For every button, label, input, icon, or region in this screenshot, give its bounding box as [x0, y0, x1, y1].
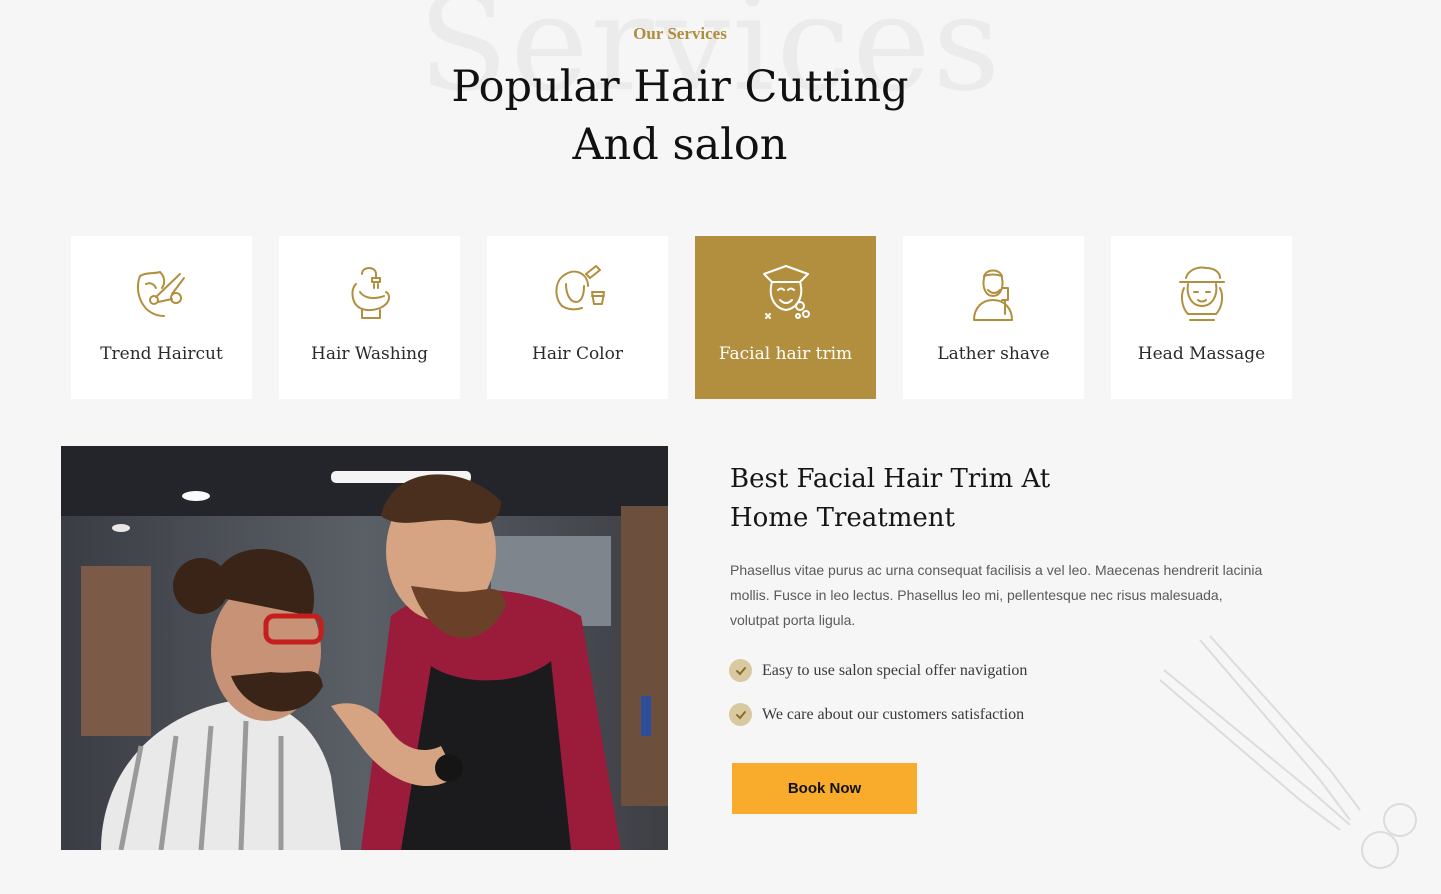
service-card-hair-washing[interactable]: Hair Washing [279, 236, 460, 399]
check-icon [729, 659, 752, 682]
detail-title: Best Facial Hair Trim At Home Treatment [730, 460, 1150, 538]
service-label: Lather shave [937, 344, 1050, 364]
haircut-scissors-icon [132, 262, 192, 324]
detail-description: Phasellus vitae purus ac urna consequat … [730, 562, 1263, 628]
service-card-facial-hair-trim[interactable]: Facial hair trim [695, 236, 876, 399]
feature-text: We care about our customers satisfaction [762, 705, 1025, 723]
service-label: Hair Washing [311, 344, 428, 364]
service-label: Head Massage [1137, 344, 1266, 364]
check-icon [729, 703, 752, 726]
headline-line-1: Popular Hair Cutting [451, 62, 909, 112]
detail-title-line-1: Best Facial Hair Trim At [730, 464, 1051, 494]
feature-item: Easy to use salon special offer navigati… [729, 659, 1027, 682]
hair-washing-icon [340, 262, 400, 324]
facial-treatment-icon [756, 262, 816, 324]
lather-shave-icon [964, 262, 1024, 324]
service-card-lather-shave[interactable]: Lather shave [903, 236, 1084, 399]
section-eyebrow: Our Services [633, 24, 727, 43]
service-label: Trend Haircut [100, 344, 223, 364]
section-headline: Popular Hair Cutting And salon [420, 58, 940, 174]
hair-color-icon [548, 262, 608, 324]
service-card-hair-color[interactable]: Hair Color [487, 236, 668, 399]
feature-item: We care about our customers satisfaction [729, 703, 1024, 726]
service-label: Facial hair trim [718, 344, 853, 364]
feature-text: Easy to use salon special offer navigati… [762, 661, 1028, 679]
service-card-trend-haircut[interactable]: Trend Haircut [71, 236, 252, 399]
detail-title-line-2: Home Treatment [730, 503, 955, 533]
barber-trimming-beard-photo [61, 446, 668, 850]
service-card-head-massage[interactable]: Head Massage [1111, 236, 1292, 399]
service-label: Hair Color [532, 344, 623, 364]
headline-line-2: And salon [572, 120, 788, 170]
head-massage-icon [1172, 262, 1232, 324]
book-now-button[interactable]: Book Now [732, 763, 917, 814]
scissors-decoration-icon [1159, 635, 1417, 869]
